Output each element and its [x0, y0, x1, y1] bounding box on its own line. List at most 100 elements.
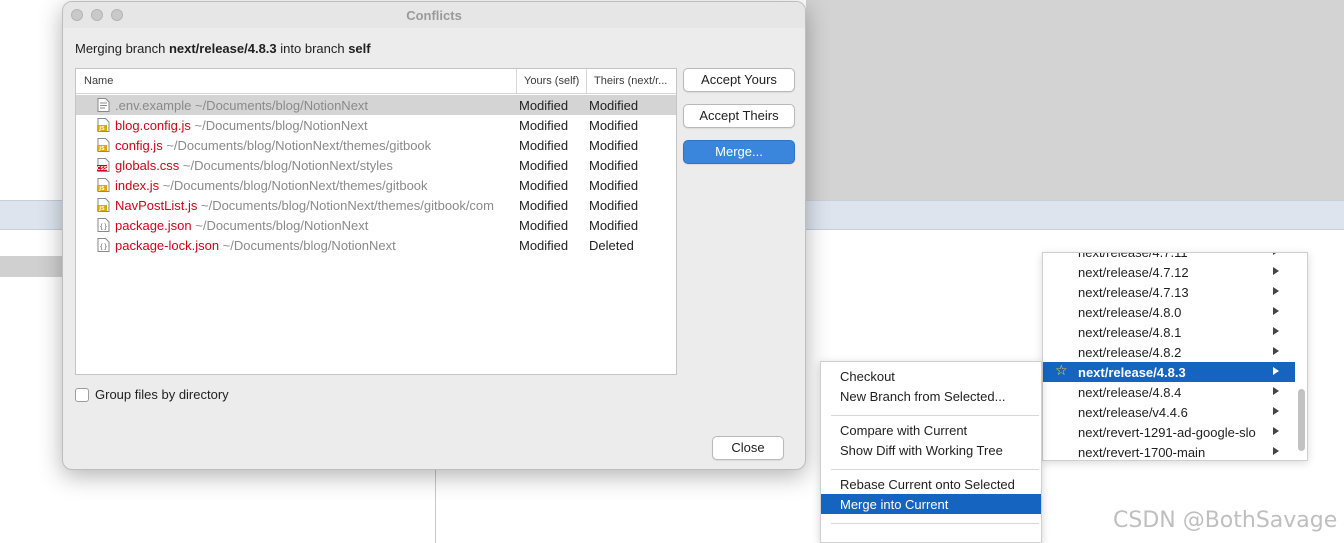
table-row[interactable]: {} package-lock.json ~/Documents/blog/Not…	[76, 235, 676, 255]
js-file-icon: JS	[97, 138, 110, 152]
file-name-cell[interactable]: package-lock.json ~/Documents/blog/Notio…	[115, 238, 517, 253]
branch-name: next/release/4.8.3	[1078, 365, 1186, 380]
yours-status: Modified	[519, 198, 569, 213]
branch-item[interactable]: next/release/4.7.13	[1043, 282, 1295, 302]
menu-item[interactable]: Compare with Current	[821, 420, 1041, 440]
js-file-icon: JS	[97, 118, 110, 132]
menu-item[interactable]: Checkout	[821, 366, 1041, 386]
yours-status: Modified	[519, 238, 569, 253]
table-body: .env.example ~/Documents/blog/NotionNext…	[76, 95, 676, 255]
file-name-cell[interactable]: globals.css ~/Documents/blog/NotionNext/…	[115, 158, 517, 173]
file-path: ~/Documents/blog/NotionNext/themes/gitbo…	[162, 138, 432, 153]
theirs-status: Modified	[589, 218, 639, 233]
table-row[interactable]: {} package.json ~/Documents/blog/NotionNe…	[76, 215, 676, 235]
table-row[interactable]: JS config.js ~/Documents/blog/NotionNext/…	[76, 135, 676, 155]
close-button[interactable]: Close	[712, 436, 784, 460]
merge-button[interactable]: Merge...	[683, 140, 795, 164]
css-file-icon: CSS	[97, 158, 110, 172]
table-header: Name Yours (self) Theirs (next/r...	[76, 69, 676, 94]
file-name-cell[interactable]: NavPostList.js ~/Documents/blog/NotionNe…	[115, 198, 517, 213]
branch-item[interactable]: next/revert-1291-ad-google-slo	[1043, 422, 1295, 442]
menu-item[interactable]: Merge into Current	[821, 494, 1041, 514]
table-row[interactable]: JS NavPostList.js ~/Documents/blog/Notion…	[76, 195, 676, 215]
column-header-name[interactable]: Name	[84, 75, 113, 87]
dialog-titlebar: Conflicts	[63, 2, 805, 28]
file-name: NavPostList.js	[115, 198, 198, 213]
column-divider[interactable]	[516, 69, 517, 94]
file-path: ~/Documents/blog/NotionNext/themes/gitbo…	[197, 198, 494, 213]
menu-item[interactable]: Rebase Current onto Selected	[821, 474, 1041, 494]
accept-theirs-button[interactable]: Accept Theirs	[683, 104, 795, 128]
branch-item[interactable]: next/release/4.8.2	[1043, 342, 1295, 362]
file-name-cell[interactable]: package.json ~/Documents/blog/NotionNext	[115, 218, 517, 233]
conflict-files-table: Name Yours (self) Theirs (next/r... .env…	[75, 68, 677, 375]
file-name-cell[interactable]: index.js ~/Documents/blog/NotionNext/the…	[115, 178, 517, 193]
menu-item[interactable]: Show Diff with Working Tree	[821, 440, 1041, 460]
yours-status: Modified	[519, 118, 569, 133]
branch-item[interactable]: next/revert-1700-main	[1043, 442, 1295, 460]
menu-item-label: New Branch from Selected...	[840, 389, 1006, 404]
file-name-cell[interactable]: config.js ~/Documents/blog/NotionNext/th…	[115, 138, 517, 153]
branch-context-menu: Checkout New Branch from Selected... Compa…	[820, 361, 1042, 543]
merge-middle: into branch	[276, 41, 349, 56]
branch-name: next/revert-1291-ad-google-slo	[1078, 425, 1256, 440]
table-row[interactable]: .env.example ~/Documents/blog/NotionNext…	[76, 95, 676, 115]
svg-text:CSS: CSS	[97, 166, 108, 172]
branch-item[interactable]: ☆ next/release/4.8.3	[1043, 362, 1295, 382]
conflicts-dialog: Conflicts Merging branch next/release/4.…	[62, 1, 806, 470]
accept-yours-button[interactable]: Accept Yours	[683, 68, 795, 92]
column-header-yours[interactable]: Yours (self)	[524, 75, 579, 87]
branch-name: next/release/4.8.0	[1078, 305, 1182, 320]
branch-item[interactable]: next/release/4.8.4	[1043, 382, 1295, 402]
branch-name: next/release/v4.4.6	[1078, 405, 1188, 420]
ide-selected-row	[0, 256, 62, 277]
submenu-arrow-icon	[1273, 387, 1279, 395]
menu-item[interactable]: New Branch from Selected...	[821, 386, 1041, 406]
table-row[interactable]: JS blog.config.js ~/Documents/blog/Notion…	[76, 115, 676, 135]
submenu-arrow-icon	[1273, 407, 1279, 415]
file-path: ~/Documents/blog/NotionNext/styles	[179, 158, 393, 173]
file-name: package-lock.json	[115, 238, 220, 253]
file-path: ~/Documents/blog/NotionNext	[191, 218, 369, 233]
merge-description: Merging branch next/release/4.8.3 into b…	[75, 41, 371, 56]
menu-separator	[831, 415, 1039, 416]
menu-item-label: Checkout	[840, 369, 895, 384]
table-row[interactable]: CSS globals.css ~/Documents/blog/NotionNe…	[76, 155, 676, 175]
menu-item-label: Merge into Current	[840, 497, 949, 512]
menu-separator	[831, 523, 1039, 524]
source-branch: next/release/4.8.3	[168, 41, 277, 56]
branch-name: next/release/4.7.12	[1078, 265, 1189, 280]
group-by-directory-label[interactable]: Group files by directory	[95, 387, 229, 402]
file-name-cell[interactable]: .env.example ~/Documents/blog/NotionNext	[115, 98, 517, 113]
menu-item-label: Compare with Current	[840, 423, 968, 438]
branch-item[interactable]: next/release/4.7.11	[1043, 253, 1295, 262]
table-row[interactable]: JS index.js ~/Documents/blog/NotionNext/t…	[76, 175, 676, 195]
file-path: ~/Documents/blog/NotionNext/themes/gitbo…	[159, 178, 428, 193]
branch-name: next/release/4.7.13	[1078, 285, 1189, 300]
ide-divider	[435, 470, 436, 543]
branch-item[interactable]: next/release/4.8.1	[1043, 322, 1295, 342]
file-path: ~/Documents/blog/NotionNext	[190, 118, 368, 133]
file-path: ~/Documents/blog/NotionNext	[191, 98, 369, 113]
branch-list-scrollbar[interactable]	[1298, 389, 1305, 451]
yours-status: Modified	[519, 218, 569, 233]
branch-item[interactable]: next/release/4.8.0	[1043, 302, 1295, 322]
column-divider[interactable]	[586, 69, 587, 94]
file-name-cell[interactable]: blog.config.js ~/Documents/blog/NotionNe…	[115, 118, 517, 133]
branch-item[interactable]: next/release/4.7.12	[1043, 262, 1295, 282]
star-icon[interactable]: ☆	[1055, 363, 1068, 379]
menu-item-label: Rebase Current onto Selected	[840, 477, 1015, 492]
theirs-status: Modified	[589, 198, 639, 213]
submenu-arrow-icon	[1273, 427, 1279, 435]
file-name: blog.config.js	[115, 118, 191, 133]
branch-item[interactable]: next/release/v4.4.6	[1043, 402, 1295, 422]
file-name: index.js	[115, 178, 160, 193]
theirs-status: Deleted	[589, 238, 634, 253]
svg-text:JS: JS	[98, 186, 105, 192]
branch-list-popup: next/release/4.7.11 next/release/4.7.12 ne…	[1042, 252, 1308, 461]
group-by-directory-checkbox[interactable]	[75, 388, 89, 402]
svg-text:{}: {}	[99, 223, 107, 231]
submenu-arrow-icon	[1273, 253, 1279, 255]
ide-background-panel	[806, 0, 1344, 200]
column-header-theirs[interactable]: Theirs (next/r...	[594, 75, 676, 87]
